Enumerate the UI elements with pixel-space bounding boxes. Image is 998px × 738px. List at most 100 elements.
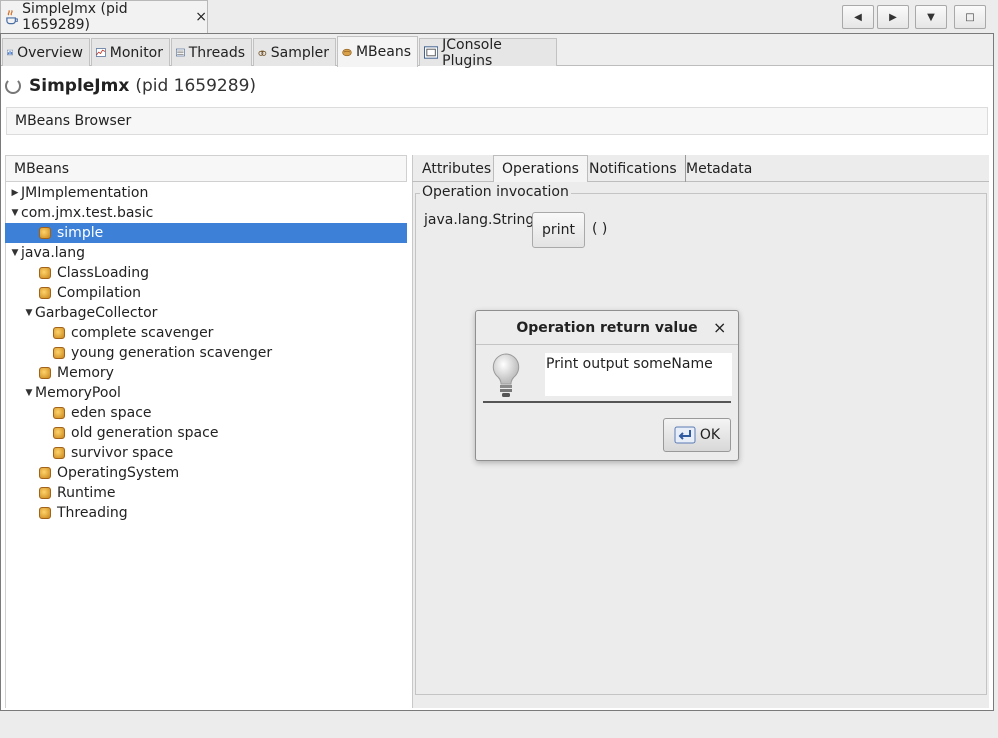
- tree-item-survivor-space[interactable]: survivor space: [5, 443, 407, 463]
- tab-notifications[interactable]: Notifications: [581, 155, 686, 182]
- enter-icon: [674, 426, 696, 444]
- mbean-icon: [39, 467, 51, 479]
- tab-label: Operations: [502, 161, 579, 177]
- monitor-icon: [96, 48, 106, 57]
- pid-label: (pid 1659289): [135, 76, 257, 96]
- mbean-icon: [53, 347, 65, 359]
- tree-item-runtime[interactable]: Runtime: [5, 483, 407, 503]
- tab-mbeans[interactable]: MBeans: [337, 36, 418, 67]
- tree-item-label: Runtime: [57, 485, 116, 501]
- tab-attributes[interactable]: Attributes: [414, 155, 501, 182]
- tab-label: Metadata: [686, 160, 753, 177]
- mbean-icon: [39, 287, 51, 299]
- tree-item-memorypool[interactable]: ▼ MemoryPool: [5, 383, 407, 403]
- return-value-text: Print output someName: [545, 353, 732, 396]
- dropdown-button[interactable]: ▼: [915, 5, 947, 29]
- close-tab-icon[interactable]: ×: [195, 9, 207, 25]
- tab-operations[interactable]: Operations: [493, 155, 588, 182]
- operation-params: ( ): [592, 221, 608, 237]
- tree-item-jmimplementation[interactable]: ▶ JMImplementation: [5, 183, 407, 203]
- tree-item-java-lang[interactable]: ▼ java.lang: [5, 243, 407, 263]
- tree-item-garbagecollector[interactable]: ▼ GarbageCollector: [5, 303, 407, 323]
- return-type-label: java.lang.String: [424, 212, 535, 228]
- scroll-right-button[interactable]: ▶: [877, 5, 909, 29]
- print-operation-button[interactable]: print: [532, 212, 585, 248]
- tab-label: Overview: [17, 44, 83, 61]
- tab-label: JConsole Plugins: [442, 36, 502, 69]
- tree-item-label: GarbageCollector: [35, 305, 158, 321]
- tree-item-label: survivor space: [71, 445, 174, 461]
- expand-arrow-icon[interactable]: ▶: [9, 188, 21, 198]
- maximize-icon: □: [965, 11, 975, 23]
- maximize-button[interactable]: □: [954, 5, 986, 29]
- overview-icon: [7, 49, 14, 56]
- operation-invocation-title: Operation invocation: [420, 184, 571, 200]
- mbean-icon: [53, 407, 65, 419]
- arrow-left-icon: ◀: [854, 11, 862, 23]
- mbean-icon: [53, 327, 65, 339]
- plugins-icon: [424, 46, 439, 59]
- mbean-icon: [39, 507, 51, 519]
- tree-item-eden-space[interactable]: eden space: [5, 403, 407, 423]
- collapse-arrow-icon[interactable]: ▼: [9, 208, 21, 218]
- tab-label: Sampler: [270, 44, 329, 61]
- mbean-icon: [39, 227, 51, 239]
- tree-item-memory[interactable]: Memory: [5, 363, 407, 383]
- page-title: SimpleJmx (pid 1659289): [5, 74, 256, 98]
- tree-item-complete-scavenger[interactable]: complete scavenger: [5, 323, 407, 343]
- sampler-icon: [258, 50, 267, 56]
- ok-label: OK: [699, 427, 721, 443]
- tree-item-old-generation-space[interactable]: old generation space: [5, 423, 407, 443]
- tree-item-simple[interactable]: simple: [5, 223, 407, 243]
- arrow-right-icon: ▶: [889, 11, 897, 23]
- tab-label: Notifications: [589, 160, 677, 177]
- tab-monitor[interactable]: Monitor: [91, 38, 170, 66]
- dialog-divider: [476, 344, 738, 345]
- tree-item-label: young generation scavenger: [71, 345, 273, 361]
- tab-sampler[interactable]: Sampler: [253, 38, 336, 66]
- tab-label: Attributes: [422, 160, 492, 177]
- document-tab[interactable]: SimpleJmx (pid 1659289) ×: [0, 0, 208, 33]
- tree-item-label: Memory: [57, 365, 114, 381]
- tab-threads[interactable]: Threads: [171, 38, 252, 66]
- tree-item-label: java.lang: [21, 245, 86, 261]
- tree-item-label: eden space: [71, 405, 152, 421]
- tree-item-label: old generation space: [71, 425, 219, 441]
- mbean-icon: [53, 427, 65, 439]
- loading-spinner-icon: [5, 78, 21, 94]
- scroll-left-button[interactable]: ◀: [842, 5, 874, 29]
- tree-item-threading[interactable]: Threading: [5, 503, 407, 523]
- tree-item-classloading[interactable]: ClassLoading: [5, 263, 407, 283]
- mbean-icon: [39, 487, 51, 499]
- tree-item-label: ClassLoading: [57, 265, 150, 281]
- collapse-arrow-icon[interactable]: ▼: [9, 248, 21, 258]
- collapse-arrow-icon[interactable]: ▼: [23, 308, 35, 318]
- dialog-title: Operation return value: [516, 320, 698, 336]
- tree-item-young-generation-scavenger[interactable]: young generation scavenger: [5, 343, 407, 363]
- mbeans-browser-header: MBeans Browser: [6, 107, 988, 135]
- tab-jconsole-plugins[interactable]: JConsole Plugins: [419, 36, 557, 69]
- tab-label: Threads: [188, 44, 245, 61]
- tree-item-label: simple: [57, 225, 104, 241]
- collapse-arrow-icon[interactable]: ▼: [23, 388, 35, 398]
- tab-metadata[interactable]: Metadata: [678, 155, 760, 182]
- section-title: MBeans Browser: [15, 113, 132, 129]
- mbean-icon: [39, 367, 51, 379]
- tab-label: Monitor: [109, 44, 163, 61]
- tree-header: MBeans: [5, 155, 407, 182]
- tree-item-label: Threading: [57, 505, 128, 521]
- tab-overview[interactable]: Overview: [2, 38, 90, 66]
- tree-item-label: complete scavenger: [71, 325, 214, 341]
- mbean-icon: [53, 447, 65, 459]
- dialog-separator: [483, 401, 731, 403]
- tree-item-compilation[interactable]: Compilation: [5, 283, 407, 303]
- ok-button[interactable]: OK: [663, 418, 731, 452]
- lightbulb-icon: [492, 353, 520, 397]
- java-icon: [6, 10, 19, 25]
- tree-item-operatingsystem[interactable]: OperatingSystem: [5, 463, 407, 483]
- tree-item-label: JMImplementation: [21, 185, 149, 201]
- tree-item-com-jmx-test-basic[interactable]: ▼ com.jmx.test.basic: [5, 203, 407, 223]
- dialog-close-icon[interactable]: ×: [713, 318, 726, 337]
- button-label: print: [542, 222, 575, 238]
- tree-item-label: Compilation: [57, 285, 142, 301]
